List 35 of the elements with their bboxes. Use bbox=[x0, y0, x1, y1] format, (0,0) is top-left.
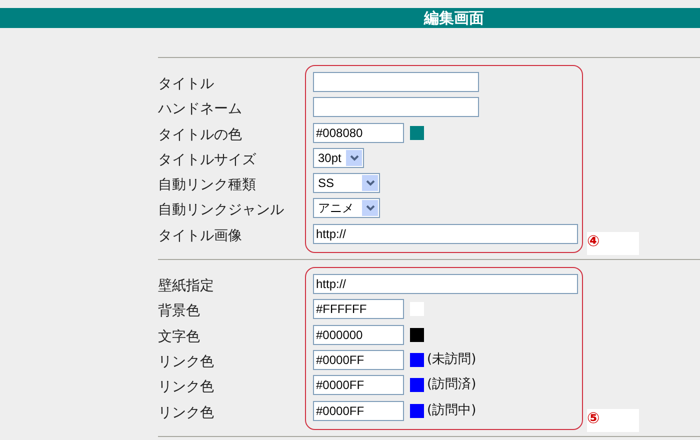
color-field[interactable]: #000000 bbox=[313, 324, 404, 345]
text-field[interactable] bbox=[313, 72, 479, 92]
field-label: 自動リンクジャンル bbox=[158, 201, 285, 220]
url-field[interactable]: http:// bbox=[313, 274, 578, 294]
marker-label: ④ bbox=[587, 232, 639, 256]
field-label: タイトル画像 bbox=[158, 226, 243, 246]
field-label: リンク色 bbox=[158, 404, 215, 423]
link-state-note: (未訪問) bbox=[427, 350, 476, 369]
color-field[interactable]: #0000FF bbox=[313, 400, 404, 421]
color-field[interactable]: #0000FF bbox=[313, 350, 404, 370]
field-label: 壁紙指定 bbox=[158, 277, 215, 296]
dropdown[interactable]: アニメ bbox=[313, 198, 380, 218]
dropdown[interactable]: 30pt bbox=[313, 148, 364, 168]
marker-label: ⑤ bbox=[587, 408, 639, 432]
field-label: タイトルの色 bbox=[158, 126, 243, 145]
field-label: タイトル bbox=[158, 75, 215, 94]
link-state-note: (訪問済) bbox=[427, 376, 476, 394]
chevron-icon bbox=[366, 180, 374, 186]
field-label: 自動リンク種類 bbox=[158, 176, 257, 196]
field-label: タイトルサイズ bbox=[158, 150, 257, 170]
color-field[interactable]: #0000FF bbox=[313, 375, 404, 396]
field-label: リンク色 bbox=[158, 352, 215, 372]
field-label: 背景色 bbox=[158, 302, 201, 322]
dropdown[interactable]: SS bbox=[313, 173, 380, 194]
text-field[interactable] bbox=[313, 97, 479, 118]
color-field[interactable]: #008080 bbox=[313, 122, 404, 143]
chevron-icon bbox=[350, 154, 358, 161]
field-label: リンク色 bbox=[158, 378, 215, 398]
color-field[interactable]: #FFFFFF bbox=[313, 299, 404, 320]
url-field[interactable]: http:// bbox=[313, 224, 578, 244]
link-state-note: (訪問中) bbox=[427, 402, 476, 420]
page-title: 編集画面 bbox=[424, 8, 484, 28]
chevron-icon bbox=[366, 205, 374, 212]
field-label: ハンドネーム bbox=[158, 100, 243, 120]
field-label: 文字色 bbox=[158, 328, 201, 347]
